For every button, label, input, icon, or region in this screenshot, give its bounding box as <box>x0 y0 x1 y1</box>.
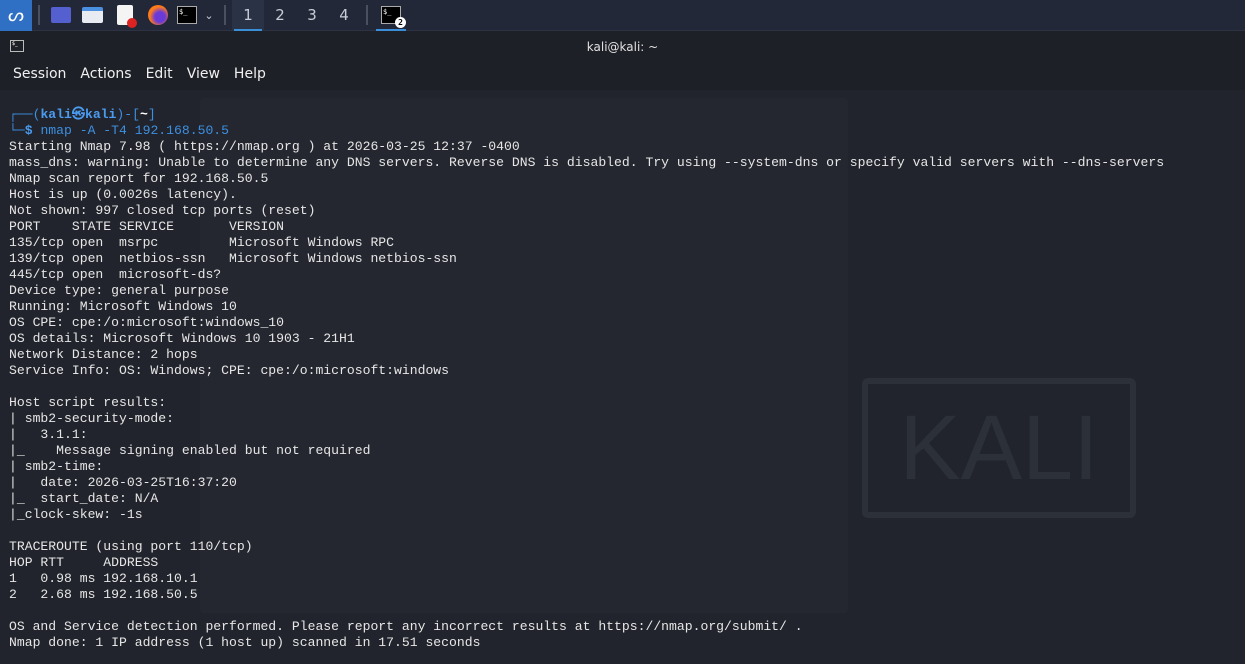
menu-view[interactable]: View <box>180 62 227 88</box>
output-line: |_ start_date: N/A <box>9 491 159 506</box>
output-line: Network Distance: 2 hops <box>9 347 198 362</box>
output-line: OS and Service detection performed. Plea… <box>9 619 803 634</box>
text-editor-icon[interactable] <box>108 0 142 31</box>
menu-edit[interactable]: Edit <box>139 62 180 88</box>
show-desktop-icon[interactable] <box>46 0 76 31</box>
window-count-badge: 2 <box>395 17 406 28</box>
menu-bar: Session Actions Edit View Help <box>0 62 1245 88</box>
menu-help[interactable]: Help <box>227 62 273 88</box>
output-line: | smb2-time: <box>9 459 104 474</box>
output-line: Host script results: <box>9 395 167 410</box>
kali-menu-icon[interactable]: ᔕ <box>0 0 32 31</box>
output-line: |_ Message signing enabled but not requi… <box>9 443 371 458</box>
workspace-3[interactable]: 3 <box>296 0 328 31</box>
output-line: 139/tcp open netbios-ssn Microsoft Windo… <box>9 251 457 266</box>
output-line: Not shown: 997 closed tcp ports (reset) <box>9 203 316 218</box>
menu-actions[interactable]: Actions <box>73 62 138 88</box>
file-manager-icon[interactable] <box>76 0 108 31</box>
output-line: Service Info: OS: Windows; CPE: cpe:/o:m… <box>9 363 450 378</box>
output-line: 2 2.68 ms 192.168.50.5 <box>9 587 198 602</box>
output-line: Device type: general purpose <box>9 283 230 298</box>
output-line: OS details: Microsoft Windows 10 1903 - … <box>9 331 355 346</box>
output-line: Starting Nmap 7.98 ( https://nmap.org ) … <box>9 139 520 154</box>
workspace-4[interactable]: 4 <box>328 0 360 31</box>
divider <box>38 5 40 25</box>
output-line: Nmap scan report for 192.168.50.5 <box>9 171 269 186</box>
firefox-icon[interactable] <box>142 0 174 31</box>
menu-session[interactable]: Session <box>6 62 73 88</box>
output-line: 1 0.98 ms 192.168.10.1 <box>9 571 198 586</box>
terminal-text: ┌──(kali㉿kali)-[~] └─$ nmap -A -T4 192.1… <box>9 107 1165 650</box>
output-line: 135/tcp open msrpc Microsoft Windows RPC <box>9 235 395 250</box>
output-line: | 3.1.1: <box>9 427 88 442</box>
taskbar: ᔕ $_ ⌄ 1 2 3 4 $_ 2 <box>0 0 1245 31</box>
output-line: mass_dns: warning: Unable to determine a… <box>9 155 1165 170</box>
output-line: | date: 2026-03-25T16:37:20 <box>9 475 237 490</box>
window-title: kali@kali: ~ <box>586 40 659 54</box>
workspace-2[interactable]: 2 <box>264 0 296 31</box>
output-line: Host is up (0.0026s latency). <box>9 187 237 202</box>
output-line: 445/tcp open microsoft-ds? <box>9 267 222 282</box>
output-line: PORT STATE SERVICE VERSION <box>9 219 285 234</box>
output-line: Nmap done: 1 IP address (1 host up) scan… <box>9 635 481 650</box>
output-line: |_clock-skew: -1s <box>9 507 143 522</box>
window-titlebar: $_ kali@kali: ~ <box>0 32 1245 62</box>
command-text: nmap -A -T4 192.168.50.5 <box>40 123 230 138</box>
output-line: TRACEROUTE (using port 110/tcp) <box>9 539 253 554</box>
terminal-launcher-icon[interactable]: $_ <box>174 0 200 31</box>
output-line: | smb2-security-mode: <box>9 411 175 426</box>
divider <box>224 5 226 25</box>
divider <box>366 5 368 25</box>
output-line: Running: Microsoft Windows 10 <box>9 299 237 314</box>
terminal-task-button[interactable]: $_ 2 <box>374 0 408 31</box>
chevron-down-icon[interactable]: ⌄ <box>200 0 218 31</box>
output-line: OS CPE: cpe:/o:microsoft:windows_10 <box>9 315 285 330</box>
terminal-output-area[interactable]: KALI ┌──(kali㉿kali)-[~] └─$ nmap -A -T4 … <box>0 90 1245 664</box>
workspace-1[interactable]: 1 <box>232 0 264 31</box>
terminal-icon: $_ 2 <box>381 6 406 28</box>
output-line: HOP RTT ADDRESS <box>9 555 159 570</box>
